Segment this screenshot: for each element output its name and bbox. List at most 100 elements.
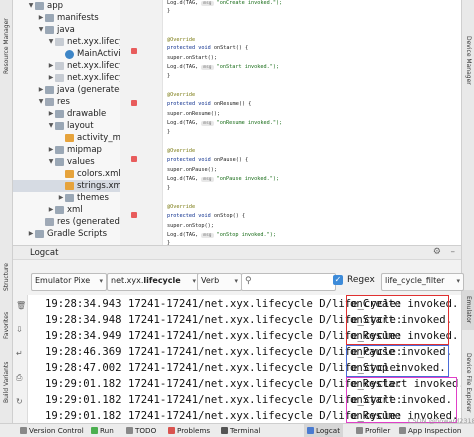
logcat-toolbar: Emulator Pixe ▾ net.xyx.lifecycle ▾ Verb ▾ … <box>13 260 464 295</box>
search-input[interactable]: ⚲ <box>241 273 336 291</box>
restart-icon[interactable]: ↻ <box>16 397 23 406</box>
code-line: @Override <box>167 148 196 154</box>
tree-node-strings[interactable]: strings.xml <box>13 180 120 192</box>
package-icon <box>55 38 64 46</box>
package-icon <box>55 62 64 70</box>
version-control-tab[interactable]: Version Control <box>20 424 84 437</box>
project-tree: ▼app ▶manifests ▼java ▼net.xyx.lifecycle… <box>13 0 120 245</box>
chevron-down-icon: ▼ <box>28 2 34 9</box>
minimize-icon[interactable]: – <box>451 246 456 259</box>
tree-node-package-test[interactable]: ▶net.xyx.lifecycle <box>47 72 120 84</box>
package-icon <box>55 74 64 82</box>
device-file-explorer-tab[interactable]: Device File Explorer <box>462 345 474 420</box>
chevron-right-icon: ▶ <box>48 110 54 117</box>
run-tab[interactable]: Run <box>91 424 114 437</box>
chevron-right-icon: ▶ <box>48 74 54 81</box>
resource-manager-tab[interactable]: Resource Manager <box>0 6 13 86</box>
override-icon[interactable] <box>131 48 137 54</box>
code-line: @Override <box>167 92 196 98</box>
code-line: protected void onStop() { <box>167 213 246 219</box>
code-line: Log.d(TAG, msg "onStart invoked."); <box>167 64 280 70</box>
tree-node-layout[interactable]: ▼ layout <box>47 120 94 132</box>
code-line: } <box>167 73 171 79</box>
code-line: super.onStart(); <box>167 55 217 61</box>
chevron-right-icon: ▶ <box>48 62 54 69</box>
folder-icon <box>45 86 54 94</box>
tree-node-main-activity[interactable]: MainActivity <box>57 48 120 60</box>
editor-gutter[interactable] <box>120 0 163 245</box>
code-line: Log.d(TAG, msg "onPause invoked."); <box>167 176 280 182</box>
profiler-tab[interactable]: Profiler <box>356 424 390 437</box>
folder-icon <box>55 206 64 214</box>
code-editor[interactable]: Log.d(TAG, msg "onCreate invoked."); } @… <box>163 0 461 245</box>
filter-dropdown[interactable]: life_cycle_filter ▾ <box>381 273 464 291</box>
tree-node-res[interactable]: ▼ res <box>37 96 70 108</box>
wrap-icon[interactable]: ↵ <box>16 349 23 358</box>
chevron-right-icon: ▶ <box>48 146 54 153</box>
chevron-right-icon: ▶ <box>38 86 44 93</box>
left-tool-strip: Resource Manager Structure Favorites Bui… <box>0 0 13 423</box>
log-level-dropdown[interactable]: Verb ▾ <box>197 273 242 291</box>
code-line: Log.d(TAG, msg "onCreate invoked."); <box>167 0 283 6</box>
code-line: super.onStop(); <box>167 223 214 229</box>
xml-file-icon <box>65 182 74 190</box>
favorites-tab[interactable]: Favorites <box>0 305 13 345</box>
tree-node-java[interactable]: ▼ java <box>37 24 75 36</box>
logcat-title: Logcat <box>30 248 59 258</box>
xml-file-icon <box>65 170 74 178</box>
tree-node-res-generated[interactable]: res (generated) <box>37 216 120 228</box>
settings-icon[interactable]: ⚙ <box>433 246 441 259</box>
tree-node-xml[interactable]: ▶ xml <box>47 204 83 216</box>
scroll-end-icon[interactable]: ⇩ <box>16 325 23 334</box>
logcat-output[interactable]: 19:28:34.943 17241-17241/net.xyx.lifecyc… <box>28 295 461 423</box>
problems-tab[interactable]: Problems <box>168 424 210 437</box>
tree-node-app[interactable]: ▼ app <box>27 0 63 12</box>
tree-node-mipmap[interactable]: ▶ mipmap <box>47 144 102 156</box>
tree-node-themes[interactable]: ▶ themes <box>57 192 109 204</box>
tree-node-package-androidtest[interactable]: ▶net.xyx.lifecycle <box>47 60 120 72</box>
chevron-down-icon: ▼ <box>38 98 44 105</box>
code-line: } <box>167 8 171 14</box>
status-bar: Version Control Run TODO Problems Termin… <box>0 417 474 437</box>
package-dropdown[interactable]: net.xyx.lifecycle ▾ <box>107 273 200 291</box>
print-icon[interactable]: ⎙ <box>16 373 22 383</box>
chevron-down-icon: ▾ <box>234 277 238 285</box>
chevron-right-icon: ▶ <box>48 206 54 213</box>
watermark: CSDN @howard2318 <box>408 417 474 425</box>
logcat-tab[interactable]: Logcat <box>304 424 344 437</box>
code-line: @Override <box>167 37 196 43</box>
chevron-down-icon: ▾ <box>99 277 103 285</box>
tree-node-colors[interactable]: colors.xml <box>57 168 120 180</box>
chevron-down-icon: ▼ <box>48 122 54 129</box>
class-icon <box>65 49 74 59</box>
tree-node-drawable[interactable]: ▶ drawable <box>47 108 107 120</box>
folder-icon <box>45 218 54 226</box>
regex-label: Regex <box>347 275 375 285</box>
device-dropdown[interactable]: Emulator Pixe ▾ <box>31 273 107 291</box>
emulator-tab[interactable]: Emulator <box>462 290 474 330</box>
trash-icon[interactable]: 🗑 <box>16 301 26 310</box>
structure-tab[interactable]: Structure <box>0 255 13 300</box>
regex-checkbox[interactable]: ✓ <box>333 275 343 285</box>
tree-node-values[interactable]: ▼ values <box>47 156 95 168</box>
build-variants-tab[interactable]: Build Variants <box>0 355 13 410</box>
todo-tab[interactable]: TODO <box>126 424 156 437</box>
tree-node-gradle-scripts[interactable]: ▶ Gradle Scripts <box>27 228 107 240</box>
tree-node-manifests[interactable]: ▶ manifests <box>37 12 99 24</box>
override-icon[interactable] <box>131 212 137 218</box>
device-manager-tab[interactable]: Device Manager <box>462 30 474 90</box>
tree-node-activity-main[interactable]: activity_main. <box>57 132 120 144</box>
tree-node-java-generated[interactable]: ▶java (generated) <box>37 84 120 96</box>
folder-icon <box>45 26 54 34</box>
folder-icon <box>45 14 54 22</box>
xml-file-icon <box>65 134 74 142</box>
override-icon[interactable] <box>131 100 137 106</box>
override-icon[interactable] <box>131 156 137 162</box>
code-line: super.onPause(); <box>167 167 217 173</box>
chevron-down-icon: ▼ <box>38 26 44 33</box>
folder-icon <box>55 110 64 118</box>
code-line: Log.d(TAG, msg "onResume invoked."); <box>167 120 283 126</box>
tree-node-package[interactable]: ▼net.xyx.lifecycle <box>47 36 120 48</box>
terminal-tab[interactable]: Terminal <box>221 424 260 437</box>
chevron-right-icon: ▶ <box>28 230 34 237</box>
